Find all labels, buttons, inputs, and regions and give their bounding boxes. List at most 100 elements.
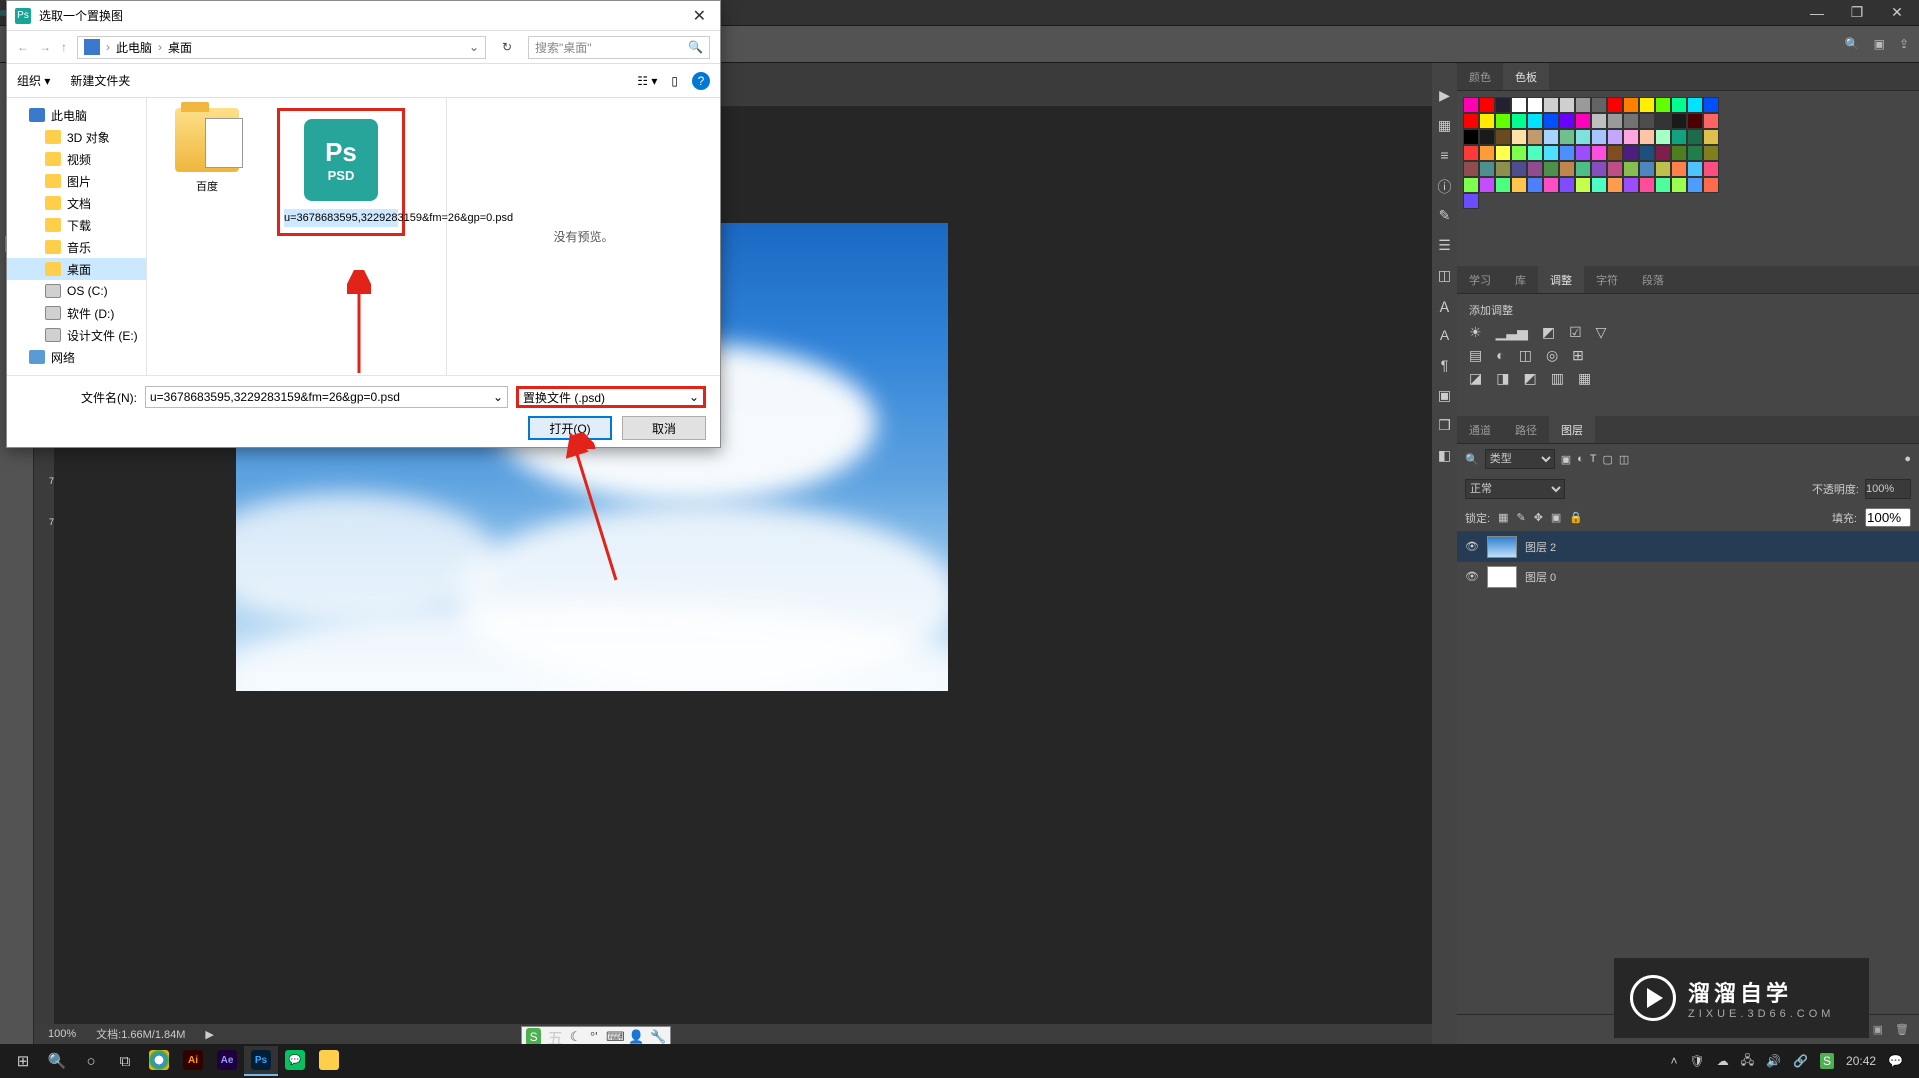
thresh-icon[interactable]: ◩ xyxy=(1523,370,1536,387)
mixer-icon[interactable]: ◎ xyxy=(1546,347,1558,364)
swatch[interactable] xyxy=(1495,129,1511,145)
search-input[interactable]: 搜索"桌面" 🔍 xyxy=(528,36,710,59)
tab-channels[interactable]: 通道 xyxy=(1457,416,1503,443)
lock-artb-icon[interactable]: ▣ xyxy=(1551,511,1561,524)
tray-notif-icon[interactable]: 💬 xyxy=(1888,1054,1903,1068)
tree-node-music[interactable]: 音乐 xyxy=(7,236,146,258)
swatch[interactable] xyxy=(1591,177,1607,193)
swatch[interactable] xyxy=(1639,161,1655,177)
visibility-icon[interactable]: 👁 xyxy=(1465,540,1479,553)
swatch[interactable] xyxy=(1527,161,1543,177)
swatch[interactable] xyxy=(1479,113,1495,129)
swatch[interactable] xyxy=(1607,161,1623,177)
ime-settings-icon[interactable]: 🔧 xyxy=(650,1029,666,1045)
tab-swatches[interactable]: 色板 xyxy=(1503,63,1549,90)
swatch[interactable] xyxy=(1607,113,1623,129)
chevron-down-icon[interactable]: ⌄ xyxy=(493,390,503,404)
tab-color[interactable]: 颜色 xyxy=(1457,63,1503,90)
nav-up-icon[interactable]: ↑ xyxy=(61,40,67,54)
tray-link-icon[interactable]: 🔗 xyxy=(1793,1054,1808,1068)
swatch[interactable] xyxy=(1607,177,1623,193)
swatch[interactable] xyxy=(1671,177,1687,193)
lut-icon[interactable]: ⊞ xyxy=(1572,347,1584,364)
tab-library[interactable]: 库 xyxy=(1503,266,1538,293)
tree-node-3dobjects[interactable]: 3D 对象 xyxy=(7,126,146,148)
filter-adj-icon[interactable]: ◐ xyxy=(1577,453,1584,465)
tray-shield-icon[interactable]: 🛡 xyxy=(1689,1054,1704,1068)
blend-mode-select[interactable]: 正常 xyxy=(1465,479,1565,499)
taskbar-app-ai[interactable]: Ai xyxy=(176,1046,210,1076)
layer-filter-kind[interactable]: 类型 xyxy=(1485,449,1555,469)
preview-pane-icon[interactable]: ▯ xyxy=(671,74,678,88)
cube-icon[interactable]: ❒ xyxy=(1436,417,1454,435)
tree-node-videos[interactable]: 视频 xyxy=(7,148,146,170)
trash-icon[interactable]: 🗑 xyxy=(1895,1023,1909,1036)
swatch[interactable] xyxy=(1671,145,1687,161)
lock-pixels-icon[interactable]: ▦ xyxy=(1498,511,1508,524)
taskbar-app-chrome[interactable] xyxy=(142,1046,176,1076)
tree-node-desktop[interactable]: 桌面 xyxy=(7,258,146,280)
tree-node-pictures[interactable]: 图片 xyxy=(7,170,146,192)
swatch[interactable] xyxy=(1575,97,1591,113)
crumb-dropdown-icon[interactable]: ⌄ xyxy=(469,40,479,54)
swatch[interactable] xyxy=(1543,129,1559,145)
dialog-title-bar[interactable]: Ps 选取一个置换图 ✕ xyxy=(7,1,720,30)
ime-moon-icon[interactable]: ☾ xyxy=(569,1029,581,1045)
swatch[interactable] xyxy=(1703,129,1719,145)
swatch[interactable] xyxy=(1463,113,1479,129)
swatch[interactable] xyxy=(1591,129,1607,145)
fill-input[interactable] xyxy=(1865,508,1911,527)
crumb-segment[interactable]: 桌面 xyxy=(168,39,192,56)
swatch[interactable] xyxy=(1687,145,1703,161)
window-close-icon[interactable]: ✕ xyxy=(1885,4,1909,21)
layer-thumb[interactable] xyxy=(1487,536,1517,558)
swatch[interactable] xyxy=(1623,145,1639,161)
tree-node-drive-e[interactable]: 设计文件 (E:) xyxy=(7,324,146,346)
swatch[interactable] xyxy=(1687,97,1703,113)
tray-vol-icon[interactable]: 🔊 xyxy=(1766,1054,1781,1068)
swatch[interactable] xyxy=(1543,113,1559,129)
filter-shape-icon[interactable]: ▢ xyxy=(1603,453,1613,466)
taskbar-app-wechat[interactable]: 💬 xyxy=(278,1046,312,1076)
swatch[interactable] xyxy=(1463,97,1479,113)
taskbar-app-ps[interactable]: Ps xyxy=(244,1046,278,1076)
glyph-icon[interactable]: Ａ xyxy=(1436,297,1454,315)
swatch[interactable] xyxy=(1575,113,1591,129)
chevron-down-icon[interactable]: ⌄ xyxy=(689,390,699,404)
history-icon[interactable]: ≡ xyxy=(1436,147,1454,165)
brightness-icon[interactable]: ☀ xyxy=(1469,324,1482,341)
ime-punct-icon[interactable]: °' xyxy=(588,1029,600,1045)
swatch[interactable] xyxy=(1703,161,1719,177)
frame-icon[interactable]: ▣ xyxy=(1874,37,1885,51)
swatch[interactable] xyxy=(1527,177,1543,193)
new-layer-icon[interactable]: ▣ xyxy=(1873,1023,1883,1036)
swatch[interactable] xyxy=(1495,113,1511,129)
swatch[interactable] xyxy=(1655,129,1671,145)
hue-icon[interactable]: ▤ xyxy=(1469,347,1482,364)
cancel-button[interactable]: 取消 xyxy=(622,416,706,440)
swatch[interactable] xyxy=(1463,193,1479,209)
swatch[interactable] xyxy=(1639,129,1655,145)
tray-up-icon[interactable]: ˄ xyxy=(1670,1054,1677,1068)
window-min-icon[interactable]: — xyxy=(1805,5,1829,21)
tab-paragraph[interactable]: 段落 xyxy=(1630,266,1676,293)
lock-all-icon[interactable]: 🔒 xyxy=(1569,511,1583,524)
help-icon[interactable]: ? xyxy=(692,72,710,90)
refresh-icon[interactable]: ↻ xyxy=(496,40,518,54)
tree-node-this-pc[interactable]: 此电脑 xyxy=(7,104,146,126)
swatch[interactable] xyxy=(1511,129,1527,145)
swatch[interactable] xyxy=(1575,161,1591,177)
swatch[interactable] xyxy=(1559,129,1575,145)
taskbar-app-ae[interactable]: Ae xyxy=(210,1046,244,1076)
layers-icon[interactable]: ◧ xyxy=(1436,447,1454,465)
swatch[interactable] xyxy=(1703,113,1719,129)
swatch[interactable] xyxy=(1543,177,1559,193)
swatch[interactable] xyxy=(1639,177,1655,193)
play-icon[interactable]: ▶ xyxy=(1436,87,1454,105)
gradmap-icon[interactable]: ▥ xyxy=(1551,370,1564,387)
align-icon[interactable]: ☰ xyxy=(1436,237,1454,255)
select-icon[interactable]: ▦ xyxy=(1578,370,1591,387)
file-folder-baidu[interactable]: 百度 xyxy=(157,108,257,194)
swatch[interactable] xyxy=(1495,177,1511,193)
swatch[interactable] xyxy=(1543,97,1559,113)
